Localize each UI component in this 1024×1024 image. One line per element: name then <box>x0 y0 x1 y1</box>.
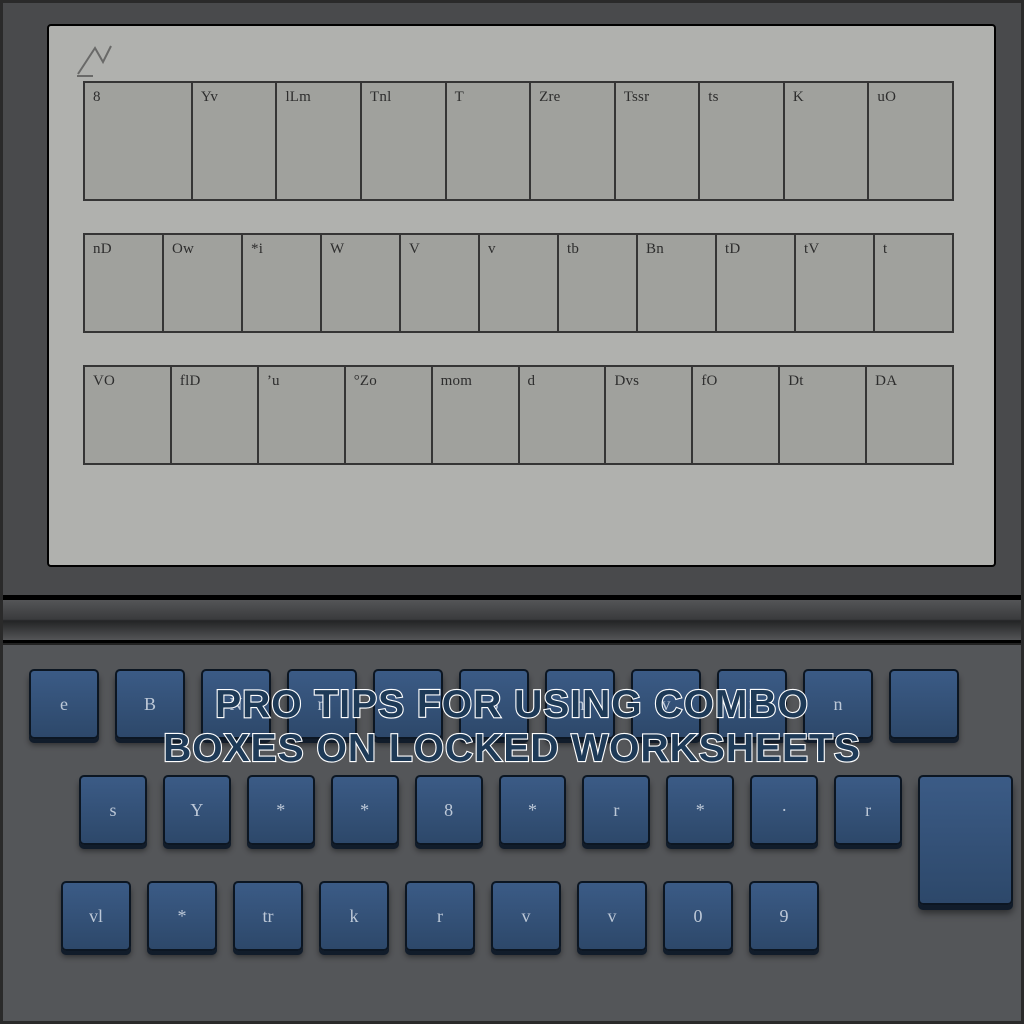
screen-cell: v <box>478 233 559 333</box>
keyboard-key <box>889 669 959 739</box>
screen-cell: DA <box>865 365 954 465</box>
screen-row-3: VO flD ’u °Zo mom d Dvs fO Dt DA <box>83 365 954 465</box>
keyboard-row-3: vl * tr k r v v 0 9 <box>29 881 1013 967</box>
keyboard-key: * <box>331 775 399 845</box>
screen-cell: Ow <box>162 233 243 333</box>
keyboard-key: v <box>491 881 561 951</box>
laptop-screen: 8 Yv lLm Tnl T Zre Tssr ts K uO nD Ow *i… <box>47 24 996 567</box>
screen-cell: Tnl <box>360 81 447 201</box>
keyboard-key: r <box>405 881 475 951</box>
screen-cell: Dvs <box>604 365 693 465</box>
keyboard-key: n <box>545 669 615 739</box>
screen-cell: fO <box>691 365 780 465</box>
screen-cell: lLm <box>275 81 362 201</box>
screen-cell: Zre <box>529 81 616 201</box>
keyboard-key: B <box>115 669 185 739</box>
keyboard-key: r <box>717 669 787 739</box>
keyboard-key: k <box>319 881 389 951</box>
keyboard-row-2: s Y * * 8 * r * · r <box>29 775 1013 861</box>
screen-cell: mom <box>431 365 520 465</box>
keyboard-key: 8 <box>415 775 483 845</box>
screen-cell: tb <box>557 233 638 333</box>
screen-cell: T <box>445 81 532 201</box>
keyboard-key: r <box>582 775 650 845</box>
scribble-icon <box>73 42 117 82</box>
keyboard-key: v <box>577 881 647 951</box>
keyboard-row-1: e B N n 8 n v r n <box>29 669 1013 755</box>
laptop-screen-bezel: 8 Yv lLm Tnl T Zre Tssr ts K uO nD Ow *i… <box>0 0 1024 598</box>
keyboard-key: · <box>750 775 818 845</box>
keyboard-key <box>373 669 443 739</box>
screen-cell: V <box>399 233 480 333</box>
keyboard-key: * <box>666 775 734 845</box>
keyboard-key: vl <box>61 881 131 951</box>
screen-cell: VO <box>83 365 172 465</box>
screen-cell: tV <box>794 233 875 333</box>
laptop-keyboard: e B N n 8 n v r n s Y * * 8 * r * · r vl <box>0 643 1024 1024</box>
keyboard-key: tr <box>233 881 303 951</box>
screen-cell: ’u <box>257 365 346 465</box>
keyboard-key: r <box>834 775 902 845</box>
screen-cell: ts <box>698 81 785 201</box>
keyboard-key: 9 <box>749 881 819 951</box>
screen-cell: tD <box>715 233 796 333</box>
keyboard-key: 8 <box>459 669 529 739</box>
screen-cell: 8 <box>83 81 193 201</box>
keyboard-enter-key <box>918 775 1013 905</box>
laptop-hinge <box>0 597 1024 643</box>
screen-cell: d <box>518 365 607 465</box>
screen-row-2: nD Ow *i W V v tb Bn tD tV t <box>83 233 954 333</box>
screen-cell: Yv <box>191 81 278 201</box>
keyboard-key: * <box>247 775 315 845</box>
keyboard-key: * <box>147 881 217 951</box>
keyboard-key: N <box>201 669 271 739</box>
screen-cell: *i <box>241 233 322 333</box>
screen-cell: K <box>783 81 870 201</box>
screen-cell: Tssr <box>614 81 701 201</box>
keyboard-key: 0 <box>663 881 733 951</box>
screen-cell: Bn <box>636 233 717 333</box>
keyboard-key: v <box>631 669 701 739</box>
keyboard-key: n <box>803 669 873 739</box>
screen-cell: flD <box>170 365 259 465</box>
keyboard-key: n <box>287 669 357 739</box>
screen-cell: Dt <box>778 365 867 465</box>
screen-cell: t <box>873 233 954 333</box>
keyboard-key: s <box>79 775 147 845</box>
screen-cell: W <box>320 233 401 333</box>
keyboard-key: Y <box>163 775 231 845</box>
screen-cell: nD <box>83 233 164 333</box>
keyboard-key: * <box>499 775 567 845</box>
screen-cell: uO <box>867 81 954 201</box>
image-frame: 8 Yv lLm Tnl T Zre Tssr ts K uO nD Ow *i… <box>0 0 1024 1024</box>
screen-cell: °Zo <box>344 365 433 465</box>
keyboard-key: e <box>29 669 99 739</box>
screen-row-1: 8 Yv lLm Tnl T Zre Tssr ts K uO <box>83 81 954 201</box>
